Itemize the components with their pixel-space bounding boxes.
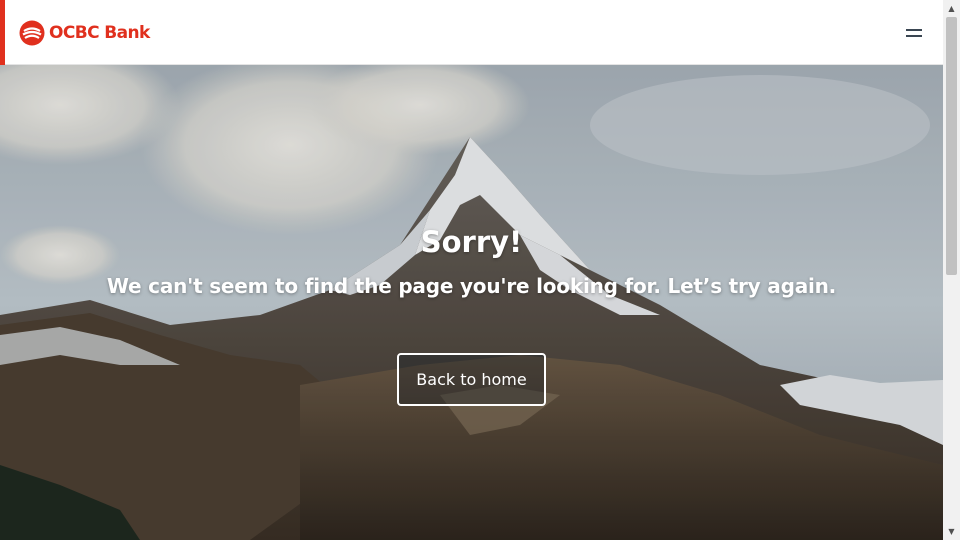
menu-button[interactable] (903, 24, 925, 42)
scroll-up-arrow-icon[interactable]: ▲ (943, 0, 960, 17)
back-to-home-button[interactable]: Back to home (397, 353, 546, 406)
site-header: OCBC Bank (0, 0, 943, 65)
error-message: We can't seem to find the page you're lo… (106, 274, 837, 298)
scroll-thumb[interactable] (946, 17, 957, 275)
scroll-down-arrow-icon[interactable]: ▼ (943, 523, 960, 540)
ocbc-logo-icon (19, 20, 45, 46)
vertical-scrollbar[interactable]: ▲ ▼ (943, 0, 960, 540)
logo-text: OCBC Bank (49, 23, 150, 43)
header-accent-bar (0, 0, 5, 65)
hero-section: Sorry! We can't seem to find the page yo… (0, 65, 943, 540)
ocbc-logo[interactable]: OCBC Bank (19, 19, 150, 47)
hero-overlay (0, 65, 943, 540)
hamburger-menu-icon (906, 29, 922, 37)
error-title: Sorry! (420, 225, 523, 259)
